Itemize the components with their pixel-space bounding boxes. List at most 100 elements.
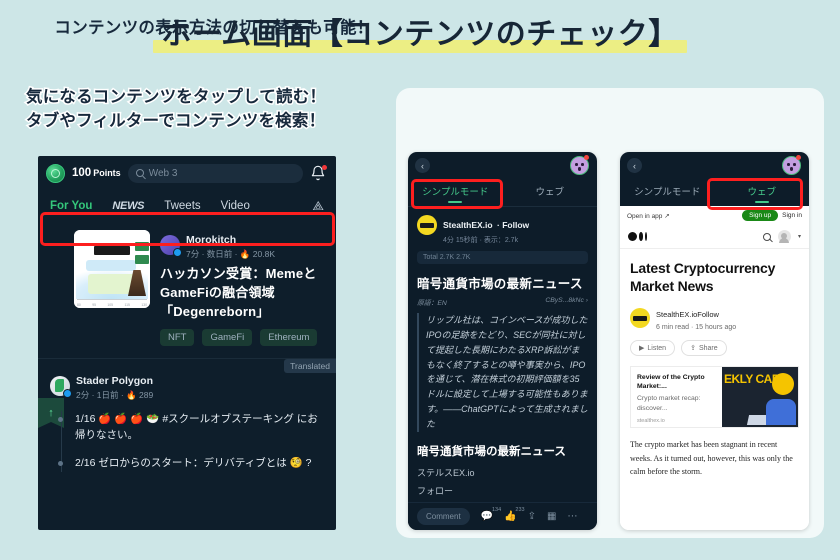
feed-post[interactable]: Translated Stader Polygon 2分 · 1日前 · 🔥 2… [38,358,336,473]
points-value: 100 [72,167,92,179]
web-view: Open in app ↗ Sign up Sign in ▾ Latest C… [620,206,809,530]
tag-ethereum[interactable]: Ethereum [260,328,318,346]
source-hash[interactable]: CByS...8kNc › [545,297,588,307]
avatar [417,215,437,235]
like-count: 233 [515,507,525,513]
phone-screenshot-web-mode: ‹ シンプルモード ウェブ Open in app ↗ Sign up Sign… [620,152,809,530]
search-icon[interactable] [762,232,771,241]
embedded-card-desc: Crypto market recap: discover... [637,395,701,412]
embedded-card-title: Review of the Crypto Market:... [637,374,705,391]
article-follow-label[interactable]: フォロー [417,484,588,497]
embedded-card-source: stealthex.io [637,417,665,424]
web-author-name: StealthEX.io [656,310,698,319]
detail-top-bar: ‹ [620,152,809,179]
tab-for-you[interactable]: For You [50,200,92,212]
open-in-app-link[interactable]: Open in app ↗ [627,212,670,220]
app-top-bar: 100 Points Web 3 [38,156,336,190]
embedded-card-image: EKLY CAP [722,367,798,427]
medium-logo-icon[interactable] [628,232,647,241]
post-bullets: 1/16 🍎 🍎 🍎 🥗 #スクールオブステーキング にお帰りなさい。 2/16… [58,410,324,473]
web-follow-link[interactable]: Follow [697,310,719,319]
article-source-name: ステルスEX.io [417,467,475,478]
article-action-bar: Comment 💬 134 👍 233 ⇪ ▦ ⋯ [408,502,597,530]
tag-gamefi[interactable]: GameFi [202,328,253,346]
avatar [160,235,182,258]
follow-link[interactable]: · Follow [497,220,529,230]
article-stats: Total 2.7K 2.7K [417,251,588,264]
web-author-row: StealthEX.ioFollow 6 min read · 15 hours… [620,295,809,331]
more-icon[interactable]: ⋯ [567,511,577,522]
article-meta: 4分 15秒前 · 表示：2.7k [443,237,519,244]
post-author-name: Stader Polygon [76,374,154,387]
listen-button[interactable]: ▶ Listen [630,340,676,356]
view-mode-tabs: シンプルモード ウェブ [620,179,809,206]
tab-news[interactable]: NEWS [112,200,144,212]
tab-simple-mode[interactable]: シンプルモード [408,179,503,206]
points-display: 100 Points [72,167,121,179]
chevron-down-icon[interactable]: ▾ [798,233,801,240]
web-action-buttons: ▶ Listen ⇪ Share [620,331,809,356]
lead-line-1: 気になるコンテンツをタップして読む！ [25,87,328,108]
avatar [630,307,650,328]
embedded-article-card[interactable]: Review of the Crypto Market:... Crypto m… [630,366,799,428]
post-meta: 2分 · 1日前 · 🔥 289 [76,389,154,400]
search-icon [135,169,144,177]
share-button[interactable]: ⇪ Share [681,340,727,356]
listen-label: Listen [647,344,667,352]
card-title: ハッカソン受賞：MemeとGameFiの融合領域「Degenreborn」 [160,266,317,319]
comment-count: 134 [491,507,502,513]
post-author-row: Stader Polygon 2分 · 1日前 · 🔥 289 [50,371,324,401]
filter-icon[interactable]: ⟁ [312,198,324,214]
feed-card[interactable]: 80 95 105 115 130 Morokitch 7分 · 数日前 · 🔥 20.… [38,222,336,352]
card-meta: 7分 · 数日前 · 🔥 20.8K [186,249,275,259]
like-icon[interactable]: 👍 233 [504,507,524,522]
phone-screenshot-home: 100 Points Web 3 For You NEWS Tweets Vide… [38,156,336,530]
lead-caption-left: 気になるコンテンツをタップして読む！ タブやフィルターでコンテンツを検索！ [25,86,386,134]
tab-video[interactable]: Video [221,200,250,212]
card-author-name: Morokitch [186,234,237,246]
mascot-avatar-icon[interactable] [782,155,801,175]
web-article-body: The crypto market has been stagnant in r… [630,440,793,477]
tab-web[interactable]: ウェブ [715,179,810,206]
notification-dot [322,165,327,170]
article-heading-2: 暗号通貨市場の最新ニュース [417,445,566,458]
page-title-text: ホーム画面【コンテンツのチェック】 [161,18,679,51]
content-tab-bar: For You NEWS Tweets Video ⟁ [38,190,336,222]
web-meta: 6 min read · 15 hours ago [656,324,737,331]
tab-web[interactable]: ウェブ [503,179,598,206]
tab-simple-mode[interactable]: シンプルモード [620,179,715,206]
points-coin-icon [46,163,65,183]
card-tags: NFT GameFi Ethereum [160,328,324,346]
search-input[interactable]: Web 3 [127,163,303,183]
tab-tweets[interactable]: Tweets [164,200,200,212]
mascot-avatar-icon[interactable] [570,155,589,175]
lead-line-2: タブやフィルターでコンテンツを検索！ [25,110,327,131]
web-nav-bar: ▾ [620,225,809,249]
list-item: 1/16 🍎 🍎 🍎 🥗 #スクールオブステーキング にお帰りなさい。 [58,411,324,445]
avatar [50,375,72,398]
article-heading: 暗号通貨市場の最新ニュース [417,277,583,291]
comment-button[interactable]: Comment [417,508,470,525]
card-author-row: Morokitch 7分 · 数日前 · 🔥 20.8K [160,230,324,260]
points-label: Points [93,168,121,178]
page-title: ホーム画面【コンテンツのチェック】 [153,14,687,54]
notification-bell-button[interactable] [310,165,327,181]
profile-icon[interactable] [777,230,791,243]
article-source-row: 原語：EN CByS...8kNc › [417,297,588,307]
sign-up-button[interactable]: Sign up [742,210,779,221]
source-language: 原語：EN [417,300,447,307]
tag-nft[interactable]: NFT [160,328,195,346]
search-placeholder: Web 3 [148,167,178,179]
share-icon[interactable]: ⇪ [528,511,536,522]
article-author-name: StealthEX.io [443,220,493,230]
card-thumbnail: 80 95 105 115 130 [74,230,150,308]
list-item: 2/16 ゼロからのスタート：デリバティブとは 🧐 ? [58,455,324,472]
web-headline: Latest Cryptocurrency Market News [630,260,776,294]
sign-in-button[interactable]: Sign in [782,212,802,219]
comment-count-icon[interactable]: 💬 134 [481,507,501,522]
back-button[interactable]: ‹ [627,158,642,173]
detail-top-bar: ‹ [408,152,597,179]
save-icon[interactable]: ▦ [547,511,556,522]
slide-root: ホーム画面【コンテンツのチェック】 気になるコンテンツをタップして読む！ タブや… [0,0,840,560]
back-button[interactable]: ‹ [415,158,430,173]
